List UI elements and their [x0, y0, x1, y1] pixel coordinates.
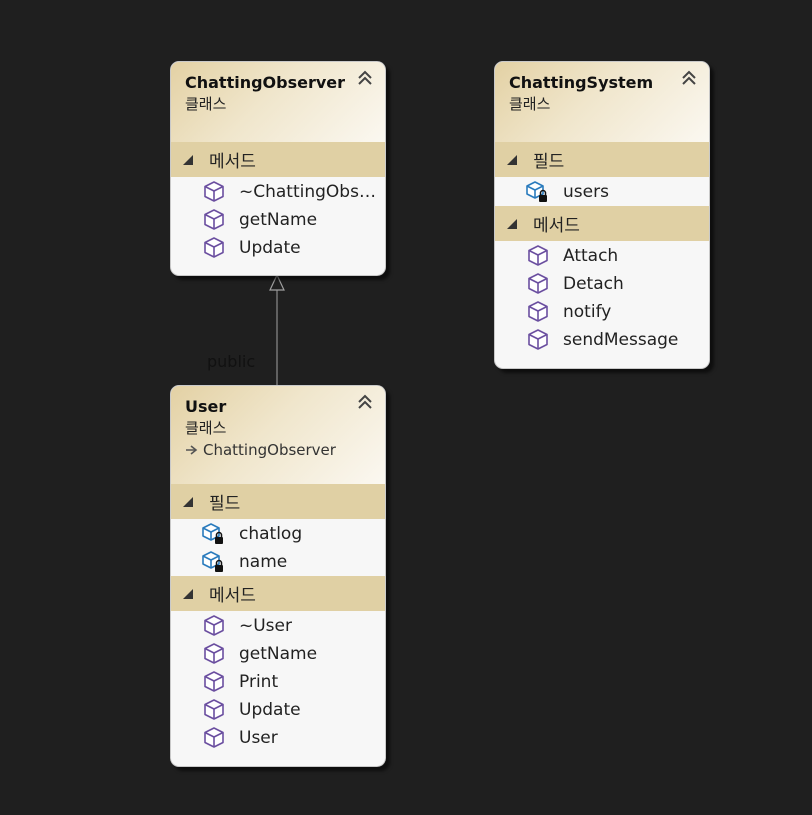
double-chevron-up-icon[interactable] — [356, 393, 374, 411]
method-item[interactable]: sendMessage — [495, 326, 709, 354]
class-header: User 클래스 ChattingObserver — [171, 386, 385, 484]
member-list: ~User getName Print Update User — [171, 611, 385, 752]
method-item[interactable]: Print — [171, 668, 385, 696]
member-label: ~ChattingObse... — [239, 182, 385, 202]
method-cube-icon — [204, 699, 224, 720]
method-item[interactable]: Detach — [495, 270, 709, 298]
private-field-icon — [202, 551, 223, 572]
section-header-fields[interactable]: 필드 — [171, 484, 385, 519]
inherit-arrow-icon — [186, 445, 198, 455]
method-item[interactable]: Update — [171, 234, 385, 262]
method-cube-icon — [528, 301, 548, 322]
base-class: ChattingObserver — [185, 438, 371, 462]
method-cube-icon — [204, 671, 224, 692]
class-kind: 클래스 — [509, 95, 551, 113]
section-header-methods[interactable]: 메서드 — [171, 142, 385, 177]
triangle-expander-icon — [183, 496, 193, 507]
double-chevron-up-icon[interactable] — [356, 69, 374, 87]
member-label: users — [563, 182, 609, 202]
triangle-expander-icon — [507, 218, 517, 229]
section-label: 메서드 — [209, 152, 256, 172]
private-field-icon — [526, 181, 547, 202]
section-label: 필드 — [533, 152, 565, 172]
method-item[interactable]: User — [171, 724, 385, 752]
field-item[interactable]: chatlog — [171, 520, 385, 548]
member-list: chatlog name — [171, 519, 385, 576]
section-header-methods[interactable]: 메서드 — [171, 576, 385, 611]
double-chevron-up-icon[interactable] — [680, 69, 698, 87]
method-cube-icon — [528, 273, 548, 294]
class-name: ChattingObserver — [185, 73, 346, 92]
class-name: User — [185, 397, 227, 416]
member-label: Attach — [563, 246, 619, 266]
method-cube-icon — [204, 181, 224, 202]
member-label: Print — [239, 672, 279, 692]
method-item[interactable]: notify — [495, 298, 709, 326]
method-cube-icon — [204, 615, 224, 636]
class-kind: 클래스 — [185, 95, 227, 113]
field-item[interactable]: name — [171, 548, 385, 576]
member-list: users — [495, 177, 709, 206]
private-field-icon — [202, 523, 223, 544]
member-label: Detach — [563, 274, 624, 294]
member-label: getName — [239, 210, 318, 230]
section-label: 필드 — [209, 494, 241, 514]
inheritance-label: public — [207, 352, 256, 371]
class-header: ChattingSystem 클래스 — [495, 62, 709, 142]
member-label: chatlog — [239, 524, 303, 544]
section-label: 메서드 — [533, 216, 580, 236]
method-cube-icon — [528, 329, 548, 350]
member-label: sendMessage — [563, 330, 679, 350]
method-item[interactable]: getName — [171, 206, 385, 234]
member-label: getName — [239, 644, 318, 664]
base-class-name: ChattingObserver — [203, 441, 336, 459]
member-list: Attach Detach notify sendMessage — [495, 241, 709, 354]
class-diagram-canvas: public ChattingObserver 클래스 메서드 ~Chattin… — [0, 0, 812, 815]
field-item[interactable]: users — [495, 178, 709, 206]
class-box-chatting-observer[interactable]: ChattingObserver 클래스 메서드 ~ChattingObse..… — [170, 61, 386, 276]
method-cube-icon — [528, 245, 548, 266]
section-header-methods[interactable]: 메서드 — [495, 206, 709, 241]
method-item[interactable]: Update — [171, 696, 385, 724]
member-label: name — [239, 552, 288, 572]
method-item[interactable]: ~User — [171, 612, 385, 640]
section-label: 메서드 — [209, 586, 256, 606]
member-label: User — [239, 728, 278, 748]
triangle-expander-icon — [183, 154, 193, 165]
member-label: Update — [239, 238, 301, 258]
section-header-fields[interactable]: 필드 — [495, 142, 709, 177]
member-label: notify — [563, 302, 612, 322]
class-header: ChattingObserver 클래스 — [171, 62, 385, 142]
member-list: ~ChattingObse... getName Update — [171, 177, 385, 262]
triangle-expander-icon — [183, 588, 193, 599]
class-box-chatting-system[interactable]: ChattingSystem 클래스 필드 users 메서드 Attach D… — [494, 61, 710, 369]
triangle-expander-icon — [507, 154, 517, 165]
inheritance-arrowhead-icon — [269, 273, 285, 291]
class-name: ChattingSystem — [509, 73, 654, 92]
method-cube-icon — [204, 643, 224, 664]
method-item[interactable]: ~ChattingObse... — [171, 178, 385, 206]
method-cube-icon — [204, 727, 224, 748]
class-box-user[interactable]: User 클래스 ChattingObserver 필드 chatlog nam… — [170, 385, 386, 767]
method-cube-icon — [204, 209, 224, 230]
method-item[interactable]: Attach — [495, 242, 709, 270]
method-item[interactable]: getName — [171, 640, 385, 668]
class-kind: 클래스 — [185, 419, 227, 437]
member-label: ~User — [239, 616, 292, 636]
member-label: Update — [239, 700, 301, 720]
method-cube-icon — [204, 237, 224, 258]
